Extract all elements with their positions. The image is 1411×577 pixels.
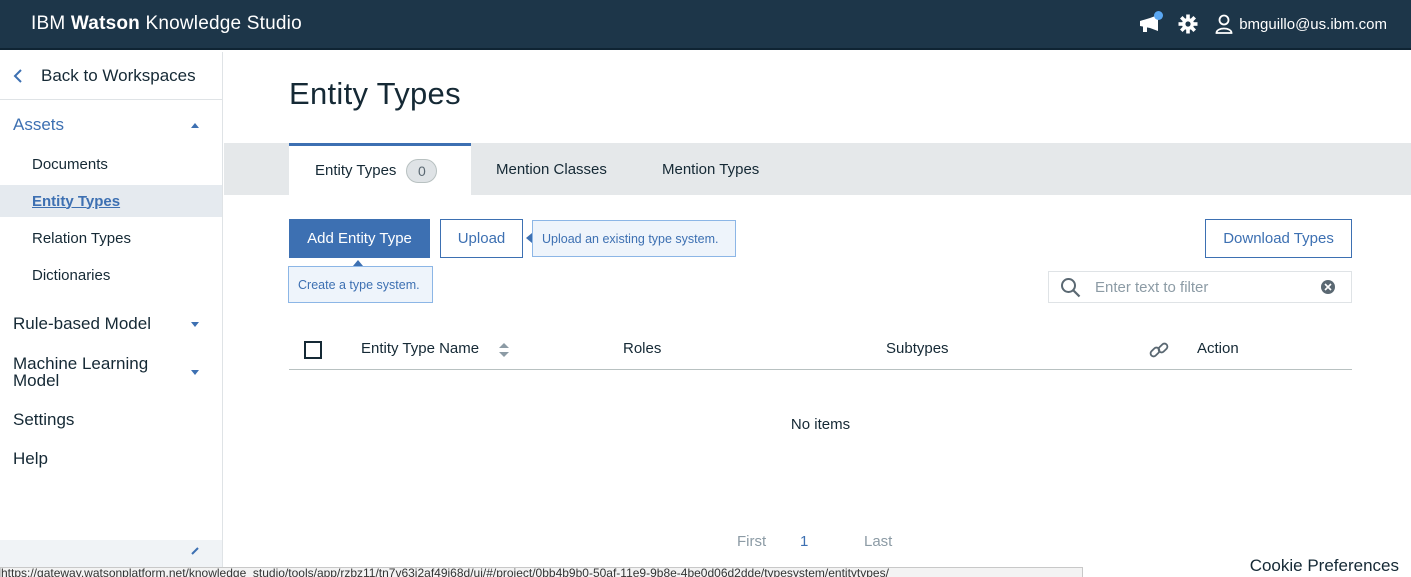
chevron-left-icon bbox=[13, 68, 31, 83]
help-label: Help bbox=[13, 449, 48, 468]
sidebar-item-label: Entity Types bbox=[32, 192, 121, 210]
top-bar: IBM Watson Knowledge Studio bmguillo@us.… bbox=[0, 0, 1411, 50]
caret-down-icon bbox=[190, 367, 200, 377]
back-label: Back to Workspaces bbox=[41, 65, 196, 85]
back-to-workspaces-link[interactable]: Back to Workspaces bbox=[0, 52, 222, 100]
assets-label: Assets bbox=[13, 115, 65, 134]
column-entity-type-name[interactable]: Entity Type Name bbox=[361, 340, 479, 357]
user-icon bbox=[1215, 14, 1233, 34]
sidebar-section-ml-model[interactable]: Machine Learning Model bbox=[0, 352, 222, 392]
count-badge: 0 bbox=[406, 158, 438, 183]
browser-status-url: https://gateway.watsonplatform.net/knowl… bbox=[0, 567, 1083, 577]
tab-bar: Entity Types 0 Mention Classes Mention T… bbox=[224, 143, 1411, 195]
tab-label: Mention Types bbox=[662, 160, 760, 178]
download-types-button[interactable]: Download Types bbox=[1205, 219, 1352, 258]
sidebar-item-settings[interactable]: Settings bbox=[0, 405, 222, 435]
clear-icon[interactable] bbox=[1320, 279, 1336, 295]
settings-label: Settings bbox=[13, 410, 75, 429]
sidebar-section-assets[interactable]: Assets bbox=[0, 110, 222, 140]
tooltip-text: Create a type system. bbox=[298, 277, 420, 292]
add-entity-type-tooltip: Create a type system. bbox=[288, 260, 433, 303]
tooltip-text: Upload an existing type system. bbox=[542, 231, 719, 246]
empty-table-message: No items bbox=[790, 416, 851, 433]
tab-mention-types[interactable]: Mention Types bbox=[662, 143, 759, 195]
caret-down-icon bbox=[190, 319, 200, 329]
sidebar-item-relation-types[interactable]: Relation Types bbox=[0, 222, 222, 254]
column-subtypes: Subtypes bbox=[886, 340, 949, 357]
brand-watson: Watson bbox=[70, 13, 140, 34]
filter-input[interactable]: Enter text to filter bbox=[1048, 271, 1352, 303]
ml-model-label: Machine Learning Model bbox=[13, 354, 149, 390]
sidebar-section-rule-based-model[interactable]: Rule-based Model bbox=[0, 309, 222, 339]
top-actions: bmguillo@us.ibm.com bbox=[1125, 11, 1387, 37]
pager-page-1[interactable]: 1 bbox=[800, 533, 808, 550]
add-entity-type-button[interactable]: Add Entity Type bbox=[289, 219, 430, 258]
sidebar-item-help[interactable]: Help bbox=[0, 444, 222, 474]
cookie-preferences-link[interactable]: Cookie Preferences bbox=[1250, 556, 1399, 576]
page-title: Entity Types bbox=[289, 76, 461, 111]
upload-tooltip: Upload an existing type system. bbox=[526, 220, 736, 257]
tab-entity-types[interactable]: Entity Types 0 bbox=[289, 143, 471, 195]
column-roles: Roles bbox=[623, 340, 662, 357]
brand-name: Knowledge Studio bbox=[145, 13, 302, 34]
sidebar-item-documents[interactable]: Documents bbox=[0, 148, 222, 180]
app-brand[interactable]: IBM Watson Knowledge Studio bbox=[31, 13, 302, 35]
link-icon bbox=[1149, 342, 1169, 358]
chevron-icon bbox=[191, 547, 199, 555]
rule-model-label: Rule-based Model bbox=[13, 314, 151, 333]
sort-icon[interactable] bbox=[498, 342, 510, 358]
tooltip-arrow bbox=[353, 260, 363, 266]
caret-up-icon bbox=[190, 120, 200, 130]
table-header: Entity Type Name Roles Subtypes Action bbox=[289, 330, 1352, 370]
tab-label: Mention Classes bbox=[496, 160, 607, 178]
tab-mention-classes[interactable]: Mention Classes bbox=[496, 143, 607, 195]
megaphone-icon[interactable] bbox=[1137, 11, 1164, 37]
user-email: bmguillo@us.ibm.com bbox=[1239, 15, 1387, 33]
tab-label: Entity Types bbox=[315, 162, 397, 179]
sidebar-item-label: Dictionaries bbox=[32, 266, 111, 284]
brand-ibm: IBM bbox=[31, 13, 66, 34]
gear-icon[interactable] bbox=[1175, 11, 1201, 37]
filter-placeholder: Enter text to filter bbox=[1095, 278, 1209, 296]
column-action: Action bbox=[1197, 340, 1239, 357]
select-all-checkbox[interactable] bbox=[304, 341, 322, 359]
sidebar-item-dictionaries[interactable]: Dictionaries bbox=[0, 259, 222, 291]
sidebar-item-entity-types[interactable]: Entity Types bbox=[0, 185, 222, 217]
sidebar-item-label: Relation Types bbox=[32, 229, 131, 247]
upload-button[interactable]: Upload bbox=[440, 219, 523, 258]
user-menu[interactable]: bmguillo@us.ibm.com bbox=[1215, 14, 1387, 34]
search-icon bbox=[1060, 277, 1082, 298]
sidebar-item-label: Documents bbox=[32, 155, 108, 173]
sidebar: Back to Workspaces Assets Documents Enti… bbox=[0, 52, 223, 577]
tooltip-arrow bbox=[526, 233, 532, 243]
pager-last[interactable]: Last bbox=[864, 533, 892, 550]
pager-first[interactable]: First bbox=[737, 533, 766, 550]
